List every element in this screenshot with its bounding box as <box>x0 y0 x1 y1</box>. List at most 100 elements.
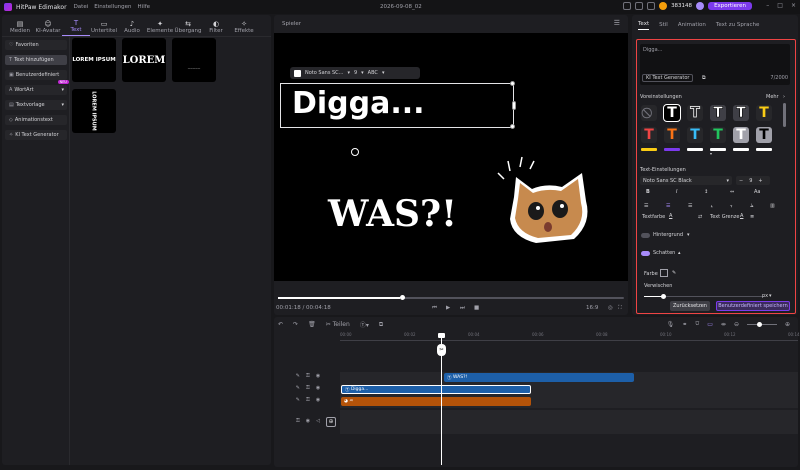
size-select[interactable]: 9 <box>354 70 357 76</box>
tab-animation[interactable]: Animation <box>678 22 706 28</box>
style-select[interactable]: ABC <box>368 70 378 76</box>
fit-icon[interactable]: ⇹ <box>721 321 726 328</box>
align-left-icon[interactable]: ☰ <box>644 203 648 209</box>
sidebar-item-custom[interactable]: ▣ Benutzerdefiniert <box>5 70 67 80</box>
link-icon[interactable]: ⚭ <box>682 321 687 328</box>
split-cursor-icon[interactable]: ✂ <box>437 344 446 356</box>
cat-sticker[interactable] <box>496 155 596 247</box>
minimize-icon[interactable]: – <box>766 2 769 9</box>
blur-slider-handle[interactable] <box>661 294 666 299</box>
scrubber-handle[interactable] <box>400 295 405 300</box>
tab-filter[interactable]: ◐ Filter <box>202 20 230 36</box>
sidebar-item-add-text[interactable]: T Text hinzufügen <box>5 55 67 65</box>
delete-icon[interactable]: 🗑 <box>308 321 316 328</box>
tab-text[interactable]: Text <box>638 21 650 30</box>
font-size-stepper[interactable]: −9 + <box>736 176 770 185</box>
side-handle[interactable] <box>512 101 516 110</box>
text-overlay-digga[interactable]: Digga... <box>292 86 425 121</box>
align-center-icon[interactable]: ☰ <box>666 203 670 209</box>
tab-ai-avatar[interactable]: ☺ KI-Avatar <box>34 20 62 36</box>
align-middle-icon[interactable]: ⫟ <box>730 203 733 209</box>
font-select[interactable]: Noto Sans SC... <box>305 70 343 76</box>
presets-scrollbar[interactable] <box>783 103 786 127</box>
zoom-out-icon[interactable]: ⊖ <box>734 321 739 328</box>
tab-text[interactable]: T Text <box>62 19 90 36</box>
tab-effects[interactable]: ✧ Effekte <box>230 20 258 36</box>
text-style-preset[interactable]: T <box>733 105 749 121</box>
rotate-icon[interactable] <box>351 148 359 156</box>
font-select[interactable]: Noto Sans SC Black ▾ <box>640 176 732 185</box>
text-style-preset-partial[interactable] <box>756 148 772 151</box>
menu-icon[interactable]: ☰ <box>614 19 620 27</box>
previous-frame-icon[interactable]: ⏮ <box>432 305 437 312</box>
undo-icon[interactable]: ↶ <box>278 321 283 328</box>
sidebar-item-favorites[interactable]: ♡ Favoriten <box>5 40 67 50</box>
fullscreen-icon[interactable]: ⛶ <box>618 305 622 312</box>
text-style-preset[interactable]: T <box>641 127 657 143</box>
expand-icon[interactable]: ▾ <box>710 151 712 156</box>
plus-icon[interactable]: + <box>758 178 762 184</box>
chevron-up-icon[interactable]: ▴ <box>678 250 681 256</box>
eyedropper-icon[interactable]: ✎ <box>672 270 676 276</box>
time-ruler[interactable]: 00:00 00:02 00:04 00:06 00:08 00:10 00:12 00:14 <box>340 331 800 341</box>
aspect-ratio-select[interactable]: 16:9 <box>586 305 598 311</box>
text-overlay-was[interactable]: WAS?! <box>328 193 457 235</box>
timeline-clip-was[interactable]: Ⓣ WAS?! <box>444 373 634 382</box>
text-style-preset[interactable]: T <box>663 104 681 122</box>
text-style-preset[interactable]: T <box>710 105 726 121</box>
tab-audio[interactable]: ♪ Audio <box>118 20 146 36</box>
no-style-icon[interactable]: ⃠ <box>641 105 657 121</box>
eye-icon[interactable]: ◉ <box>316 385 320 391</box>
eye-icon[interactable]: ◉ <box>306 418 310 424</box>
text-style-preset-partial[interactable] <box>687 148 703 151</box>
eye-icon[interactable]: ◉ <box>316 397 320 403</box>
text-tool-icon[interactable]: Ⓣ▾ <box>360 320 369 329</box>
play-icon[interactable]: ▶ <box>446 305 450 311</box>
minus-icon[interactable]: − <box>739 178 743 184</box>
more-link[interactable]: Mehr <box>766 94 779 100</box>
resize-handle[interactable] <box>510 81 515 86</box>
timeline-clip-sticker[interactable]: ◕ ♒ <box>341 397 531 406</box>
italic-icon[interactable]: I <box>676 189 677 195</box>
case-select[interactable]: Aa <box>754 189 760 195</box>
add-media-icon[interactable]: ⊕ <box>326 417 336 427</box>
playback-scrubber[interactable] <box>278 295 624 300</box>
text-preset-lorem[interactable]: LOREM <box>122 38 166 82</box>
mute-icon[interactable]: ◁ <box>316 418 320 424</box>
text-preset-small[interactable]: ————— <box>172 38 216 82</box>
text-style-preset-partial[interactable] <box>733 148 749 151</box>
color-swatch[interactable] <box>294 69 301 77</box>
save-custom-button[interactable]: Benutzerdefiniert speichern <box>716 301 790 311</box>
letter-spacing-icon[interactable]: ⇔ <box>730 189 734 195</box>
split-button[interactable]: ✂ Teilen <box>326 321 350 328</box>
tab-elements[interactable]: ✦ Elemente <box>146 20 174 36</box>
text-preset-vertical[interactable]: LOREM IPSUM <box>72 89 116 133</box>
maximize-icon[interactable]: □ <box>777 2 783 9</box>
text-style-preset[interactable]: T <box>687 105 703 121</box>
close-icon[interactable]: × <box>791 2 796 9</box>
reset-button[interactable]: Zurücksetzen <box>670 301 710 311</box>
zoom-slider[interactable] <box>746 321 777 327</box>
border-width-icon[interactable]: ≣ <box>750 214 754 220</box>
distribute-icon[interactable]: ▥ <box>770 203 775 209</box>
tab-style[interactable]: Stil <box>659 22 668 28</box>
text-style-preset-partial[interactable] <box>664 148 680 151</box>
lock-icon[interactable]: ⚿ <box>306 385 310 391</box>
camera-icon[interactable]: ◎ <box>608 305 613 311</box>
pen-icon[interactable]: ✎ <box>296 373 300 379</box>
align-right-icon[interactable]: ☰ <box>688 203 692 209</box>
resize-handle[interactable] <box>510 124 515 129</box>
snap-icon[interactable]: ▭ <box>707 321 713 328</box>
monitor-icon[interactable] <box>623 2 632 10</box>
text-style-preset[interactable]: T <box>756 105 772 121</box>
zoom-slider-handle[interactable] <box>756 321 762 327</box>
text-style-preset[interactable]: T <box>710 127 726 143</box>
tab-text-to-speech[interactable]: Text zu Sprache <box>716 22 760 28</box>
bold-icon[interactable]: B <box>646 189 650 195</box>
pen-icon[interactable]: ✎ <box>296 397 300 403</box>
sidebar-item-text-template[interactable]: ▤ Textvorlage ▾ <box>5 100 67 110</box>
playhead-handle[interactable] <box>438 333 445 338</box>
text-style-preset-partial[interactable] <box>641 148 657 151</box>
pen-icon[interactable]: ✎ <box>296 385 300 391</box>
tab-subtitles[interactable]: ▭ Untertitel <box>90 20 118 36</box>
